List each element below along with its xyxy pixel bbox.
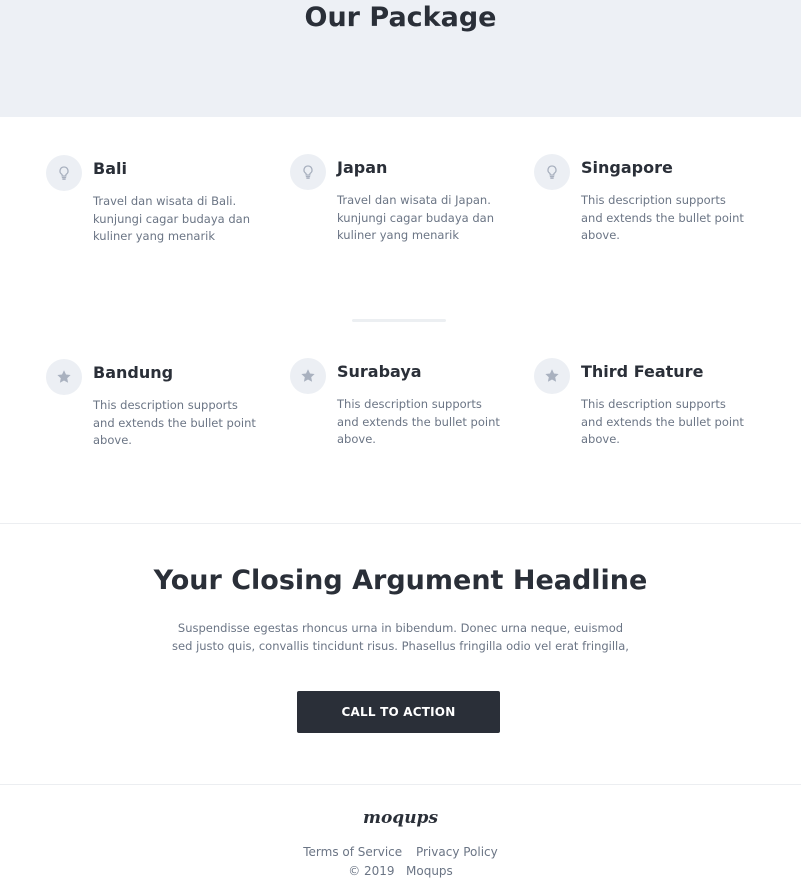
feature-title: Japan — [337, 158, 388, 177]
lightbulb-icon — [534, 154, 570, 190]
feature-title: Singapore — [581, 158, 673, 177]
copyright-text: © 2019 Moqups — [348, 864, 453, 878]
moqups-logo[interactable]: moqups — [0, 808, 801, 828]
lightbulb-icon — [46, 155, 82, 191]
feature-description: This description supports and extends th… — [337, 397, 500, 446]
call-to-action-button[interactable]: CALL TO ACTION — [297, 691, 500, 733]
page-title: Our Package — [304, 2, 497, 33]
section-divider — [352, 319, 446, 322]
hero-section: Our Package — [0, 0, 801, 117]
feature-description: Travel dan wisata di Bali. kunjungi caga… — [93, 194, 250, 243]
feature-description: Travel dan wisata di Japan. kunjungi cag… — [337, 193, 494, 242]
star-icon — [534, 358, 570, 394]
feature-description: This description supports and extends th… — [93, 398, 256, 447]
lightbulb-icon — [290, 154, 326, 190]
feature-title: Surabaya — [337, 362, 422, 381]
feature-title: Bandung — [93, 363, 174, 382]
feature-description: This description supports and extends th… — [581, 397, 744, 446]
closing-headline: Your Closing Argument Headline — [153, 565, 648, 596]
footer-separator — [0, 784, 801, 785]
footer-links: Terms of Service Privacy Policy — [0, 845, 801, 859]
privacy-policy-link[interactable]: Privacy Policy — [416, 845, 498, 859]
features-section: Bali Travel dan wisata di Bali. kunjungi… — [0, 117, 801, 523]
terms-of-service-link[interactable]: Terms of Service — [303, 845, 402, 859]
closing-body: Suspendisse egestas rhoncus urna in bibe… — [172, 621, 629, 653]
feature-title: Third Feature — [581, 362, 704, 381]
star-icon — [46, 359, 82, 395]
section-separator — [0, 523, 801, 524]
star-icon — [290, 358, 326, 394]
feature-title: Bali — [93, 159, 127, 178]
feature-description: This description supports and extends th… — [581, 193, 744, 242]
